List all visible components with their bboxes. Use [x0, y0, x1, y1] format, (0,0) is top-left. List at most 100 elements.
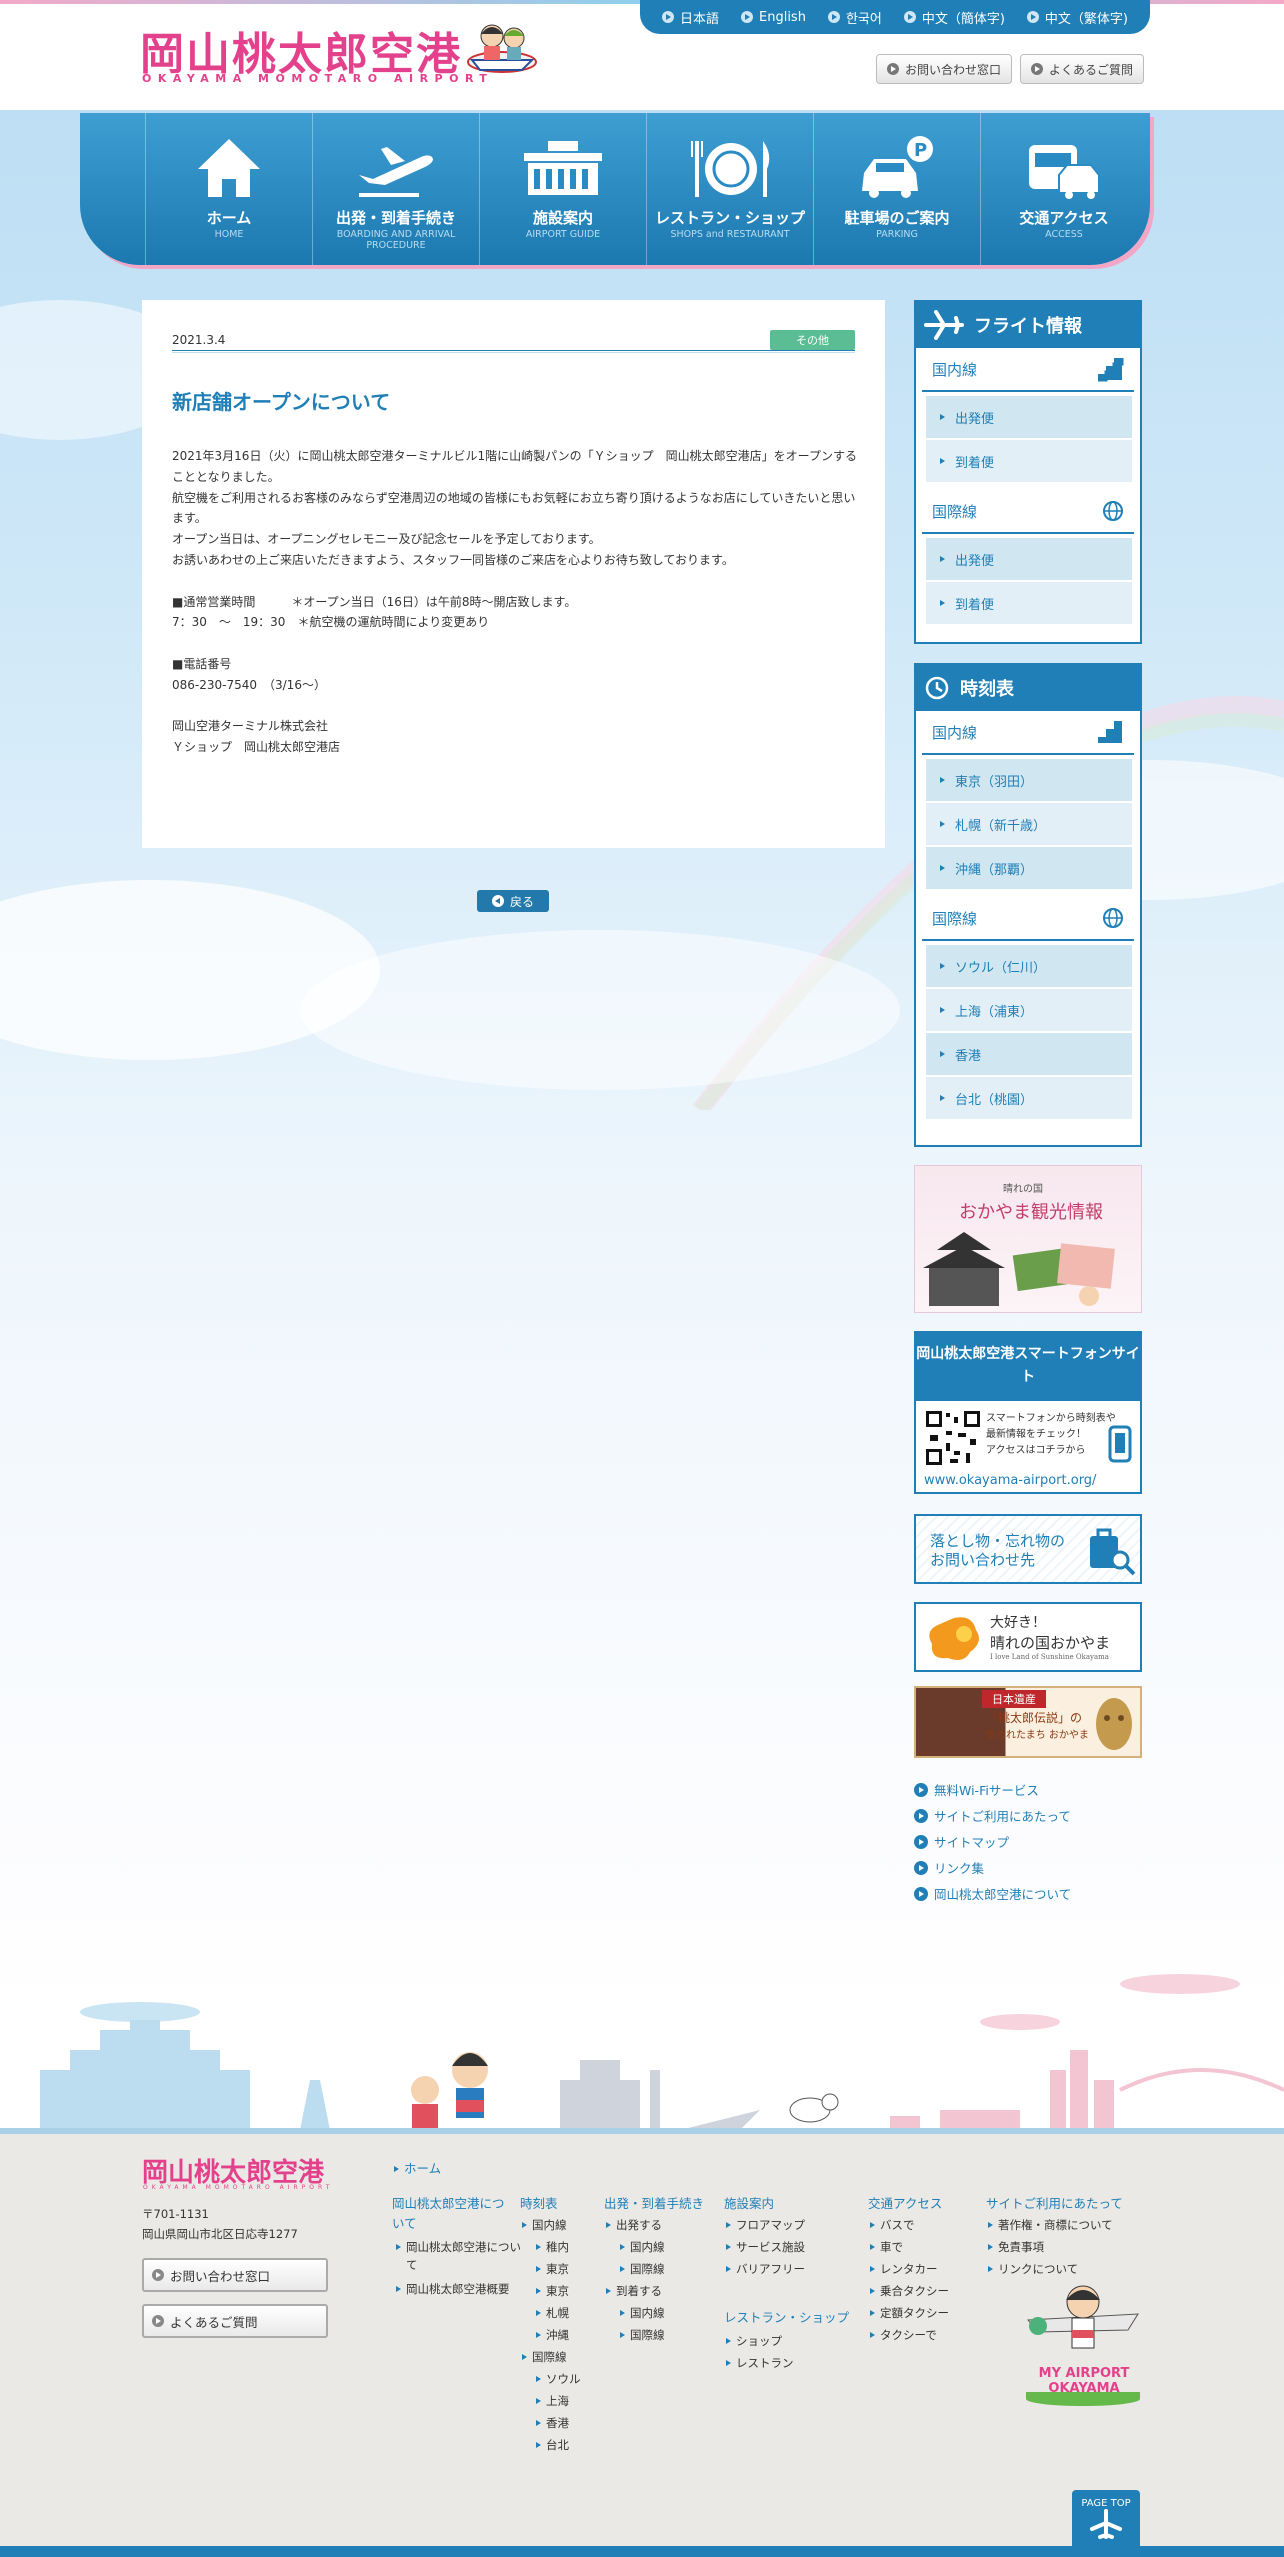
flight-international-departures[interactable]: 出発便 [926, 538, 1132, 582]
footer-home-link[interactable]: ホーム [394, 2160, 441, 2178]
footer-link[interactable]: 国内線 [620, 2238, 665, 2256]
japan-heritage-banner[interactable]: 日本遺産 「桃太郎伝説」の 生まれたまち おかやま [914, 1686, 1142, 1758]
domestic-stairs-icon [1098, 358, 1124, 382]
nav-home[interactable]: ホーム HOME [145, 113, 312, 265]
footer-link[interactable]: 沖縄 [536, 2326, 569, 2344]
footer-facility-title: 施設案内 [724, 2196, 775, 2211]
link-links[interactable]: リンク集 [914, 1858, 984, 1877]
arrow-circle-icon [152, 2269, 164, 2281]
footer-link[interactable]: 出発する [606, 2216, 662, 2234]
article-paragraph: Ｙショップ 岡山桃太郎空港店 [172, 740, 341, 755]
lost-found-banner[interactable]: 落とし物・忘れ物の お問い合わせ先 [914, 1514, 1142, 1584]
bus-car-icon [1029, 145, 1100, 199]
footer-link[interactable]: 到着する [606, 2282, 662, 2300]
triangle-icon [940, 1095, 945, 1101]
triangle-icon [396, 2286, 401, 2292]
footer-link[interactable]: 国際線 [620, 2326, 665, 2344]
triangle-icon [606, 2222, 611, 2228]
flight-international-arrivals[interactable]: 到着便 [926, 582, 1132, 626]
footer-link[interactable]: バスで [870, 2216, 915, 2234]
flight-domestic-departures[interactable]: 出発便 [926, 396, 1132, 440]
lang-english[interactable]: English [741, 10, 806, 25]
lang-chinese-traditional[interactable]: 中文（繁体字) [1026, 8, 1128, 27]
footer-link[interactable]: 著作権・商標について [988, 2216, 1113, 2234]
triangle-icon [394, 2166, 399, 2172]
nav-boarding[interactable]: 出発・到着手続き BOARDING AND ARRIVAL PROCEDURE [312, 113, 479, 265]
footer-link[interactable]: 上海 [536, 2392, 569, 2410]
nav-access[interactable]: 交通アクセス ACCESS [980, 113, 1147, 265]
timetable-taipei[interactable]: 台北（桃園） [926, 1077, 1132, 1121]
footer-link[interactable]: ソウル [536, 2370, 581, 2388]
footer-link[interactable]: リンクについて [988, 2260, 1078, 2278]
flight-domestic-arrivals[interactable]: 到着便 [926, 440, 1132, 484]
arrow-circle-icon [1026, 11, 1039, 23]
globe-icon [1103, 908, 1123, 928]
timetable-seoul[interactable]: ソウル（仁川） [926, 945, 1132, 989]
lang-korean[interactable]: 한국어 [827, 8, 882, 27]
article-paragraph: ■電話番号 [172, 656, 232, 671]
footer-link[interactable]: 札幌 [536, 2304, 569, 2322]
timetable-shanghai[interactable]: 上海（浦東） [926, 989, 1132, 1033]
footer-timetable-title: 時刻表 [520, 2196, 558, 2211]
link-about-airport[interactable]: 岡山桃太郎空港について [914, 1884, 1071, 1903]
smartphone-site-link[interactable]: www.okayama-airport.org/ [924, 1473, 1096, 1488]
triangle-icon [536, 2266, 541, 2272]
footer-link[interactable]: 岡山桃太郎空港について [396, 2238, 522, 2274]
footer-link[interactable]: ショップ [726, 2332, 782, 2350]
link-free-wifi[interactable]: 無料Wi-Fiサービス [914, 1780, 1039, 1799]
home-icon [198, 139, 260, 197]
timetable-tokyo[interactable]: 東京（羽田） [926, 759, 1132, 803]
timetable-okinawa[interactable]: 沖縄（那覇） [926, 847, 1132, 891]
footer-link[interactable]: 国際線 [522, 2348, 567, 2366]
footer-link[interactable]: 国際線 [620, 2260, 665, 2278]
okayama-tourism-banner[interactable]: 晴れの国 おかやま観光情報 [914, 1165, 1142, 1313]
arrow-circle-icon [914, 1886, 928, 1901]
footer-link[interactable]: レストラン [726, 2354, 794, 2372]
clock-icon [925, 676, 949, 700]
back-button[interactable]: 戻る [477, 890, 549, 912]
lang-japanese[interactable]: 日本語 [661, 8, 719, 27]
divider [172, 350, 855, 353]
footer-link[interactable]: バリアフリー [726, 2260, 805, 2278]
footer-link[interactable]: 国内線 [522, 2216, 567, 2234]
triangle-icon [988, 2222, 993, 2228]
article-paragraph [172, 633, 862, 654]
footer-link[interactable]: 車で [870, 2238, 903, 2256]
link-site-usage[interactable]: サイトご利用にあたって [914, 1806, 1071, 1825]
footer-link[interactable]: 定額タクシー [870, 2304, 949, 2322]
triangle-icon [870, 2244, 875, 2250]
footer-link[interactable]: 国内線 [620, 2304, 665, 2322]
footer-link[interactable]: 東京 [536, 2260, 569, 2278]
footer-link[interactable]: 岡山桃太郎空港概要 [396, 2280, 510, 2298]
footer-link[interactable]: レンタカー [870, 2260, 938, 2278]
footer-link[interactable]: タクシーで [870, 2326, 937, 2344]
nav-airport-guide[interactable]: 施設案内 AIRPORT GUIDE [479, 113, 646, 265]
timetable-sapporo[interactable]: 札幌（新千歳） [926, 803, 1132, 847]
footer-link[interactable]: 稚内 [536, 2238, 569, 2256]
sunshine-okayama-banner[interactable]: 大好き！ 晴れの国おかやま I love Land of Sunshine Ok… [914, 1602, 1142, 1672]
footer-link[interactable]: フロアマップ [726, 2216, 805, 2234]
triangle-icon [988, 2244, 993, 2250]
arrow-circle-icon [914, 1782, 928, 1797]
footer-contact-button[interactable]: お問い合わせ窓口 [142, 2258, 328, 2292]
footer-link[interactable]: 免責事項 [988, 2238, 1044, 2256]
link-sitemap[interactable]: サイトマップ [914, 1832, 1009, 1851]
lang-chinese-simplified[interactable]: 中文（簡体字) [903, 8, 1005, 27]
qr-code-icon [924, 1409, 982, 1467]
category-badge: その他 [770, 330, 855, 350]
timetable-hongkong[interactable]: 香港 [926, 1033, 1132, 1077]
footer-link[interactable]: 東京 [536, 2282, 569, 2300]
triangle-icon [396, 2244, 401, 2250]
nav-restaurant-shop[interactable]: レストラン・ショップ SHOPS and RESTAURANT [646, 113, 813, 265]
domestic-stairs-icon [1098, 721, 1122, 743]
footer-link[interactable]: 香港 [536, 2414, 569, 2432]
faq-button[interactable]: よくあるご質問 [1020, 54, 1145, 84]
international-heading: 国際線 [922, 490, 1134, 534]
contact-button[interactable]: お問い合わせ窓口 [876, 54, 1013, 84]
nav-parking[interactable]: P 駐車場のご案内 PARKING [813, 113, 980, 265]
footer-link[interactable]: 乗合タクシー [870, 2282, 949, 2300]
footer-faq-button[interactable]: よくあるご質問 [142, 2304, 328, 2338]
article-paragraph [172, 696, 862, 717]
footer-link[interactable]: サービス施設 [726, 2238, 805, 2256]
footer-link[interactable]: 台北 [536, 2436, 569, 2454]
